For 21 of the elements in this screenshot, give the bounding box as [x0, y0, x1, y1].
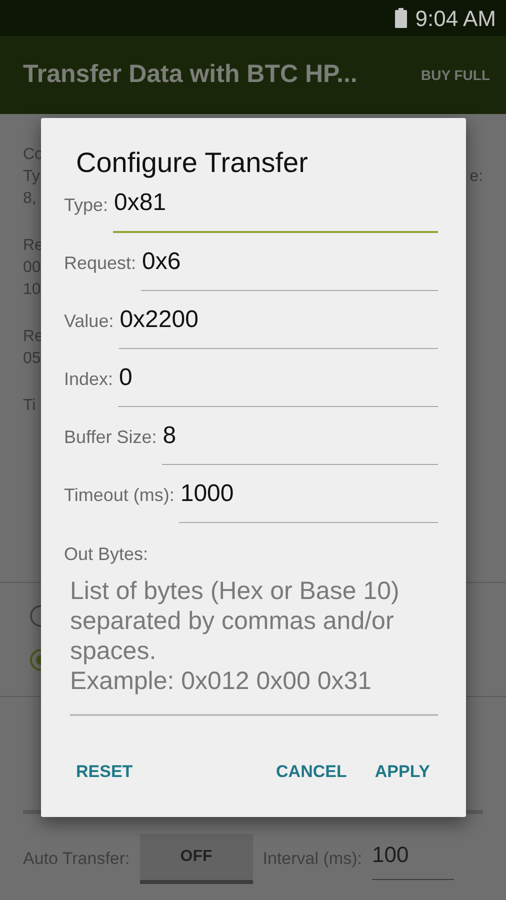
dialog-title: Configure Transfer	[76, 146, 309, 180]
status-time: 9:04 AM	[415, 4, 496, 32]
input-field[interactable]: 1000	[179, 476, 438, 523]
field-label: Out Bytes:	[64, 543, 150, 566]
field-label: Value:	[64, 310, 114, 333]
battery-icon	[395, 8, 408, 28]
out-bytes-field[interactable]: List of bytes (Hex or Base 10) separated by commas and/or spaces. Example: 0x012 0x00 0x31	[70, 574, 438, 716]
field-label: Type:	[64, 194, 108, 217]
input-field[interactable]: 8	[162, 418, 438, 465]
input-field[interactable]: 0x2200	[118, 302, 438, 349]
field-label: Request:	[64, 252, 136, 275]
field-label: Buffer Size:	[64, 426, 157, 449]
input-field[interactable]: 0	[118, 360, 438, 407]
field-label: Index:	[64, 368, 114, 391]
dialog-button[interactable]: RESET	[74, 753, 135, 790]
dialog-button[interactable]: APPLY	[372, 753, 432, 790]
app-title: Transfer Data with BTC HP...	[23, 59, 358, 90]
field-label: Timeout (ms):	[64, 484, 174, 507]
dialog-button[interactable]: CANCEL	[274, 753, 349, 790]
input-field[interactable]: 0x6	[141, 244, 438, 291]
input-field[interactable]: 0x81	[113, 185, 438, 233]
